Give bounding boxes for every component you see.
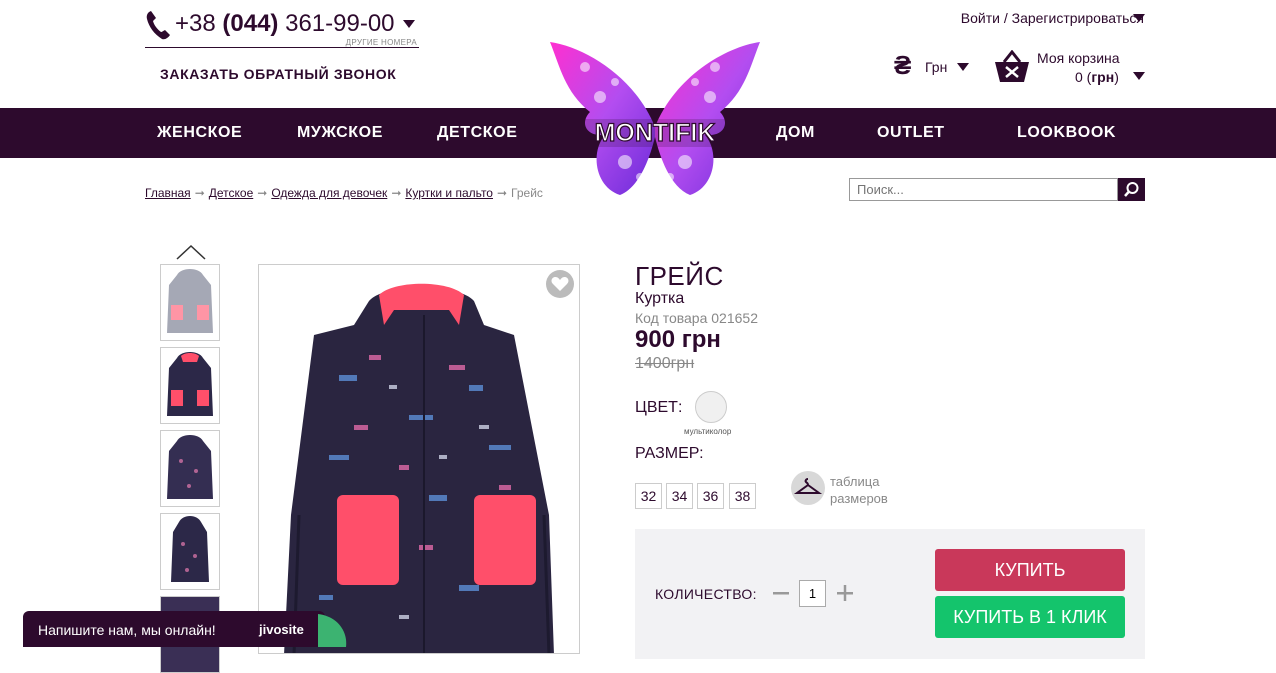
phone-block: +38 (044) 361-99-00 ДРУГИЕ НОМЕРА <box>145 8 419 48</box>
breadcrumb-jackets[interactable]: Куртки и пальто <box>405 186 493 200</box>
breadcrumb-kids[interactable]: Детское <box>209 186 254 200</box>
currency-dropdown-icon[interactable] <box>957 63 969 71</box>
breadcrumb-separator-icon: ➞ <box>257 186 268 200</box>
nav-item-kids[interactable]: ДЕТСКОЕ <box>437 108 517 158</box>
chat-widget[interactable]: Напишите нам, мы онлайн! jivosite <box>23 611 325 647</box>
size-table-line: таблица <box>830 474 880 489</box>
product-code: Код товара 021652 <box>635 310 758 326</box>
cart-title[interactable]: Моя корзина <box>1037 50 1120 66</box>
search-button[interactable] <box>1118 178 1145 201</box>
nav-item-women[interactable]: ЖЕНСКОЕ <box>157 108 242 158</box>
color-label: ЦВЕТ: <box>635 399 683 416</box>
buy-one-click-button[interactable]: КУПИТЬ В 1 КЛИК <box>935 596 1125 638</box>
product-price: 900 грн <box>635 326 721 353</box>
thumbnail[interactable] <box>160 430 220 507</box>
phone-icon <box>146 11 170 40</box>
quantity-label: КОЛИЧЕСТВО: <box>655 586 757 602</box>
thumbnail[interactable] <box>160 513 220 590</box>
plus-icon[interactable] <box>836 584 854 602</box>
quantity-input[interactable] <box>799 580 826 607</box>
breadcrumb-separator-icon: ➞ <box>391 186 402 200</box>
size-option[interactable]: 36 <box>697 483 724 509</box>
size-option[interactable]: 38 <box>729 483 756 509</box>
breadcrumb-girls[interactable]: Одежда для девочек <box>271 186 387 200</box>
size-option[interactable]: 32 <box>635 483 662 509</box>
size-table-link[interactable]: таблица размеров <box>830 473 888 507</box>
buy-button[interactable]: КУПИТЬ <box>935 549 1125 591</box>
jacket-thumbnail-image <box>167 352 213 416</box>
login-dropdown-icon[interactable] <box>1133 14 1145 22</box>
cart-total[interactable]: 0 (грн) <box>1075 69 1119 85</box>
chevron-up-icon[interactable] <box>176 244 206 260</box>
product-old-price: 1400грн <box>635 355 695 372</box>
breadcrumb: Главная ➞ Детское ➞ Одежда для девочек ➞ Куртк… <box>145 186 543 200</box>
cart-dropdown-icon[interactable] <box>1133 72 1145 80</box>
phone-number[interactable]: +38 (044) 361-99-00 <box>175 10 395 38</box>
breadcrumb-home[interactable]: Главная <box>145 186 191 200</box>
chat-brand: jivosite <box>259 622 304 637</box>
size-table-line: размеров <box>830 491 888 506</box>
currency-select[interactable]: Грн <box>925 59 947 75</box>
currency-icon: ₴ <box>894 50 912 80</box>
nav-item-lookbook[interactable]: LOOKBOOK <box>1017 108 1116 158</box>
other-numbers-link[interactable]: ДРУГИЕ НОМЕРА <box>346 38 417 47</box>
hanger-icon <box>793 478 823 494</box>
jacket-thumbnail-image <box>171 516 209 582</box>
search-icon <box>1124 182 1139 197</box>
search-input[interactable] <box>849 178 1118 201</box>
breadcrumb-separator-icon: ➞ <box>496 186 508 200</box>
chat-leaf-icon <box>318 614 347 647</box>
size-table-button[interactable] <box>791 471 825 505</box>
color-swatch[interactable] <box>695 391 727 423</box>
breadcrumb-separator-icon: ➞ <box>194 186 205 200</box>
callback-button[interactable]: ЗАКАЗАТЬ ОБРАТНЫЙ ЗВОНОК <box>160 66 396 82</box>
jacket-image <box>284 283 554 653</box>
product-type: Куртка <box>635 290 685 307</box>
size-option[interactable]: 34 <box>666 483 693 509</box>
wishlist-button[interactable] <box>546 270 574 298</box>
minus-icon[interactable] <box>772 584 790 602</box>
montifik-logo[interactable]: MONTIFIK <box>545 37 765 200</box>
thumbnail[interactable] <box>160 264 220 341</box>
phone-dropdown-icon[interactable] <box>403 20 415 28</box>
breadcrumb-current: Грейс <box>511 186 543 200</box>
chat-text: Напишите нам, мы онлайн! <box>38 622 216 638</box>
thumbnail[interactable] <box>160 347 220 424</box>
jacket-thumbnail-image <box>167 269 213 333</box>
jacket-thumbnail-image <box>167 435 213 499</box>
nav-item-outlet[interactable]: OUTLET <box>877 108 945 158</box>
product-title: ГРЕЙС <box>635 261 724 291</box>
nav-item-men[interactable]: МУЖСКОЕ <box>297 108 383 158</box>
logo-text: MONTIFIK <box>595 119 716 147</box>
heart-icon <box>551 277 569 291</box>
size-label: РАЗМЕР: <box>635 445 704 462</box>
login-link[interactable]: Войти / Зарегистрироваться <box>961 10 1144 26</box>
product-main-image[interactable] <box>258 264 580 654</box>
nav-item-home[interactable]: ДОМ <box>776 108 815 158</box>
color-name: мультиколор <box>684 427 732 436</box>
basket-icon[interactable] <box>994 50 1030 84</box>
